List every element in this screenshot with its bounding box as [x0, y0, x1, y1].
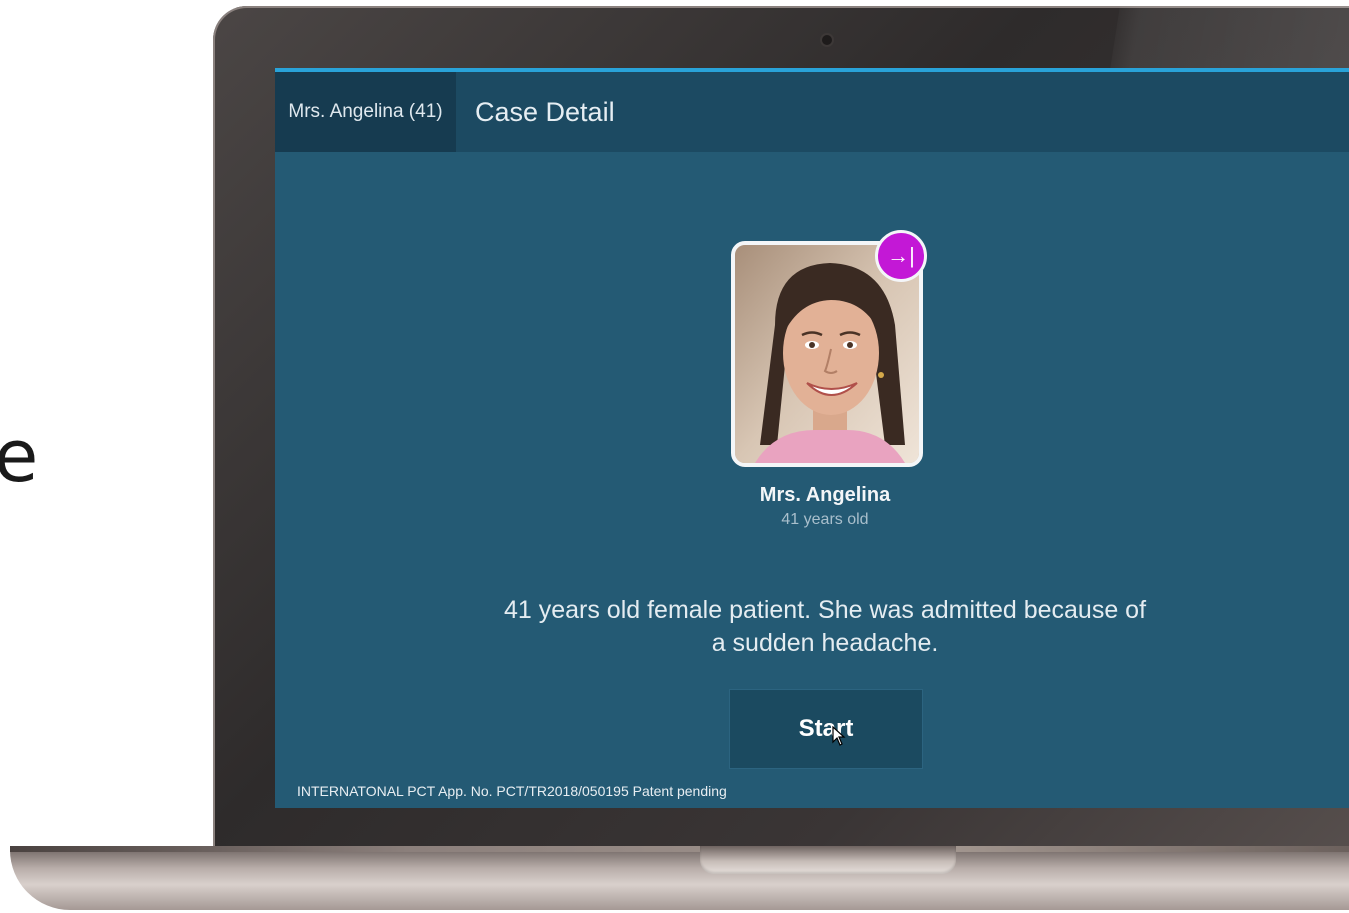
laptop-base-edge [10, 846, 1349, 852]
patent-notice: INTERNATONAL PCT App. No. PCT/TR2018/050… [297, 783, 727, 799]
laptop-screen: Mrs. Angelina (41) Case Detail →| Mrs. A… [275, 68, 1349, 808]
arrow-to-end-icon[interactable]: →| [875, 230, 927, 282]
case-description: 41 years old female patient. She was adm… [503, 596, 1147, 657]
side-letter: e [0, 414, 39, 498]
patient-name: Mrs. Angelina [759, 484, 891, 506]
patient-age: 41 years old [781, 511, 869, 528]
app-header: Mrs. Angelina (41) Case Detail [275, 72, 1349, 152]
mouse-cursor-icon [832, 726, 846, 746]
start-button[interactable]: Start [729, 689, 923, 769]
laptop-hinge-notch [700, 846, 956, 874]
page-title: Case Detail [475, 96, 615, 127]
laptop-base [10, 846, 1349, 910]
webcam-icon [822, 35, 832, 45]
lid-sheen [1110, 6, 1349, 70]
tab-patient[interactable]: Mrs. Angelina (41) [275, 72, 456, 152]
